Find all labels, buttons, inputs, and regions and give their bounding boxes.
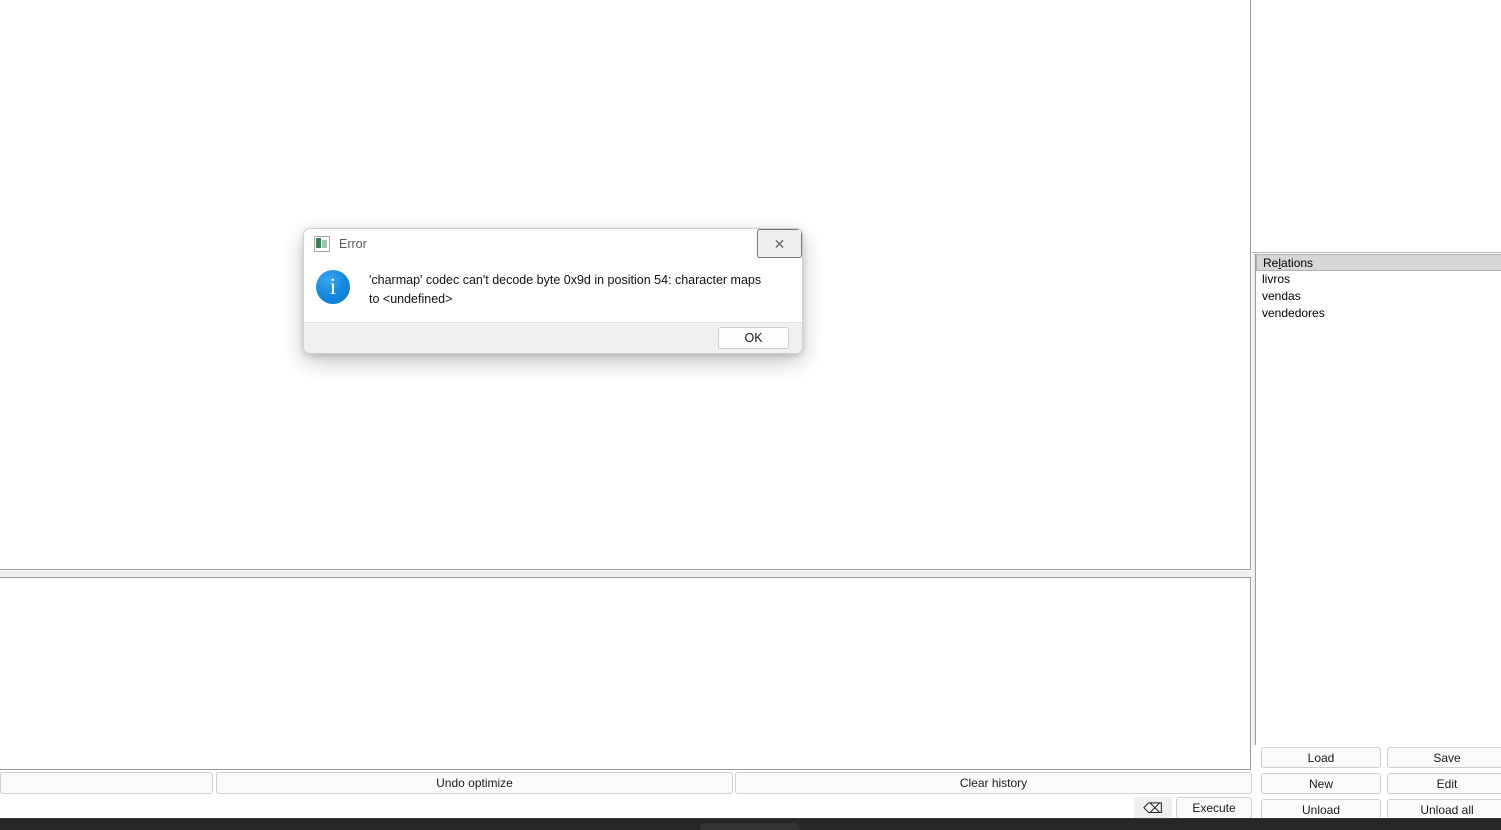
dialog-titlebar[interactable]: Error ✕ <box>304 229 802 258</box>
dialog-message: 'charmap' codec can't decode byte 0x9d i… <box>369 273 762 307</box>
new-button[interactable]: New <box>1261 773 1381 794</box>
load-button[interactable]: Load <box>1261 747 1381 768</box>
dialog-footer: OK <box>304 322 802 353</box>
dialog-body: 'charmap' codec can't decode byte 0x9d i… <box>304 258 802 322</box>
attributes-pane[interactable] <box>1252 0 1501 253</box>
unload-all-button[interactable]: Unload all <box>1387 799 1501 820</box>
command-bar: ⌫ Execute <box>0 797 1252 820</box>
application-window: Undo optimize Clear history ⌫ Execute Re… <box>0 0 1501 830</box>
taskbar-active-app-indicator[interactable] <box>700 823 800 830</box>
edit-button[interactable]: Edit <box>1387 773 1501 794</box>
bottom-button-row: Undo optimize Clear history <box>0 772 1252 794</box>
command-input[interactable] <box>0 797 1130 820</box>
left-column: Undo optimize Clear history ⌫ Execute <box>0 0 1252 820</box>
unload-button[interactable]: Unload <box>1261 799 1381 820</box>
blank-button[interactable] <box>0 772 213 794</box>
history-pane[interactable] <box>0 578 1251 770</box>
relations-header-suffix: ations <box>1281 255 1314 270</box>
relations-list[interactable]: livros vendas vendedores <box>1256 271 1501 745</box>
relations-button-grid: Load Save New Edit Unload Unload all <box>1252 747 1501 820</box>
list-item[interactable]: vendas <box>1256 288 1501 305</box>
app-window-icon <box>314 235 330 252</box>
relations-header-prefix: Re <box>1263 255 1279 270</box>
info-circle-icon <box>316 270 350 304</box>
taskbar <box>0 818 1501 830</box>
pane-splitter[interactable] <box>0 571 1251 578</box>
list-item[interactable]: livros <box>1256 271 1501 288</box>
dialog-title: Error <box>339 236 367 251</box>
execute-button[interactable]: Execute <box>1176 797 1252 819</box>
right-column: Re l ations livros vendas vendedores Load … <box>1252 0 1501 820</box>
clear-history-button[interactable]: Clear history <box>735 772 1252 794</box>
relations-header: Re l ations <box>1256 254 1501 271</box>
close-icon[interactable]: ✕ <box>757 229 802 258</box>
error-dialog: Error ✕ 'charmap' codec can't decode byt… <box>303 228 803 354</box>
save-button[interactable]: Save <box>1387 747 1501 768</box>
list-item[interactable]: vendedores <box>1256 305 1501 322</box>
backspace-erase-icon[interactable]: ⌫ <box>1134 797 1172 819</box>
ok-button[interactable]: OK <box>718 327 789 349</box>
undo-optimize-button[interactable]: Undo optimize <box>216 772 733 794</box>
